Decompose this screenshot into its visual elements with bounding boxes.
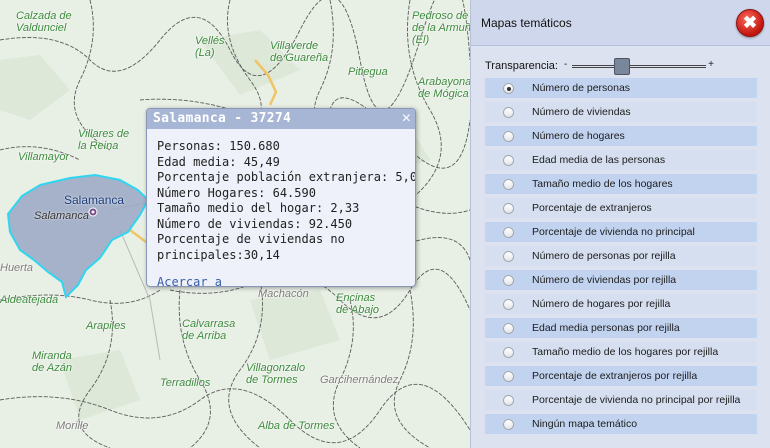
place-label: Morille bbox=[56, 420, 89, 432]
place-label: Huerta bbox=[0, 262, 34, 274]
thematic-option-label: Porcentaje de vivienda no principal bbox=[532, 226, 695, 238]
thematic-option-label: Edad media de las personas bbox=[532, 154, 666, 166]
popup-stat-foreign-pct: Porcentaje población extranjera: 5,00 bbox=[157, 170, 416, 184]
thematic-option[interactable]: Número de hogares por rejilla bbox=[485, 294, 757, 314]
thematic-option-label: Porcentaje de extranjeros bbox=[532, 202, 652, 214]
transparency-slider[interactable]: - + bbox=[564, 56, 714, 76]
zoom-to-link[interactable]: Acercar a bbox=[157, 275, 405, 286]
thematic-option-label: Número de personas por rejilla bbox=[532, 250, 676, 262]
thematic-option-label: Número de personas bbox=[532, 82, 631, 94]
place-label: Villaverde de Guareña bbox=[270, 40, 329, 64]
thematic-option-label: Número de viviendas por rejilla bbox=[532, 274, 677, 286]
radio-button[interactable] bbox=[503, 370, 514, 382]
radio-button[interactable] bbox=[503, 226, 514, 238]
place-label: Miranda de Azán bbox=[32, 350, 72, 374]
place-label: Garcihernández bbox=[320, 374, 399, 386]
selected-city-marker-label[interactable]: Salamanca bbox=[64, 193, 124, 207]
transparency-label: Transparencia: bbox=[485, 60, 558, 72]
thematic-option[interactable]: Edad media de las personas bbox=[485, 150, 757, 170]
thematic-maps-panel: Mapas temáticos ✖ Transparencia: - + Núm… bbox=[470, 0, 770, 448]
radio-button[interactable] bbox=[503, 130, 514, 142]
thematic-option[interactable]: Número de viviendas bbox=[485, 102, 757, 122]
radio-button[interactable] bbox=[503, 418, 514, 430]
thematic-option[interactable]: Porcentaje de vivienda no principal bbox=[485, 222, 757, 242]
thematic-options-list: Número de personas Número de viviendas Núm… bbox=[485, 78, 757, 438]
place-label: Arapiles bbox=[86, 320, 126, 332]
popup-stat-households: Número Hogares: 64.590 bbox=[157, 185, 316, 200]
popup-title: Salamanca - 37274 bbox=[147, 109, 415, 129]
place-label: Alba de Tormes bbox=[258, 420, 335, 432]
thematic-option[interactable]: Número de personas por rejilla bbox=[485, 246, 757, 266]
popup-stat-population: Personas: 150.680 bbox=[157, 139, 280, 153]
radio-button[interactable] bbox=[503, 154, 514, 166]
thematic-option[interactable]: Número de viviendas por rejilla bbox=[485, 270, 757, 290]
place-label: Calzada de Valdunciel bbox=[16, 10, 72, 34]
panel-header: Mapas temáticos ✖ bbox=[471, 0, 770, 46]
place-label: Terradillos bbox=[160, 377, 211, 389]
radio-button[interactable] bbox=[503, 106, 514, 118]
thematic-option[interactable]: Porcentaje de extranjeros por rejilla bbox=[485, 366, 757, 386]
thematic-option-label: Número de viviendas bbox=[532, 106, 631, 118]
radio-button[interactable] bbox=[503, 298, 514, 310]
thematic-option-label: Porcentaje de extranjeros por rejilla bbox=[532, 370, 698, 382]
place-label: Calvarrasa de Arriba bbox=[182, 318, 236, 342]
place-label: Pitiegua bbox=[348, 66, 388, 78]
radio-button[interactable] bbox=[503, 202, 514, 214]
slider-track[interactable] bbox=[572, 65, 706, 68]
radio-button[interactable] bbox=[503, 346, 514, 358]
popup-stat-dwellings: Número de viviendas: 92.450 bbox=[157, 216, 353, 231]
radio-button[interactable] bbox=[503, 82, 514, 94]
popup-stat-nonprimary-pct: Porcentaje de viviendas no principales:3… bbox=[157, 232, 345, 262]
thematic-option[interactable]: Tamaño medio de los hogares por rejilla bbox=[485, 342, 757, 362]
place-label: Villamayor bbox=[18, 151, 70, 163]
info-popup: Salamanca - 37274 × Personas: 150.680 Ed… bbox=[146, 108, 416, 287]
thematic-option-label: Ningún mapa temático bbox=[532, 418, 638, 430]
thematic-option[interactable]: Número de hogares bbox=[485, 126, 757, 146]
place-label: Arabayona de Mógica bbox=[418, 76, 472, 100]
thematic-option-label: Edad media personas por rejilla bbox=[532, 322, 680, 334]
place-label: Aldeatejada bbox=[0, 294, 59, 306]
place-label: Villares de la Reina bbox=[78, 128, 130, 152]
place-label: Vellés (La) bbox=[195, 35, 225, 59]
radio-button[interactable] bbox=[503, 322, 514, 334]
radio-button[interactable] bbox=[503, 250, 514, 262]
thematic-option[interactable]: Número de personas bbox=[485, 78, 757, 98]
selected-city-map-label: Salamanca bbox=[34, 210, 90, 222]
radio-button[interactable] bbox=[503, 274, 514, 286]
slider-minus: - bbox=[564, 59, 568, 70]
radio-button[interactable] bbox=[503, 178, 514, 190]
slider-thumb[interactable] bbox=[614, 58, 631, 75]
panel-title: Mapas temáticos bbox=[481, 16, 572, 30]
thematic-option-label: Porcentaje de vivienda no principal por … bbox=[532, 394, 741, 406]
place-label: Machacón bbox=[258, 288, 309, 300]
place-label: Encinas de Abajo bbox=[336, 292, 380, 316]
thematic-option-label: Tamaño medio de los hogares por rejilla bbox=[532, 346, 719, 358]
popup-close-icon[interactable]: × bbox=[402, 109, 411, 129]
thematic-option-label: Número de hogares bbox=[532, 130, 625, 142]
slider-plus: + bbox=[708, 59, 714, 70]
radio-button[interactable] bbox=[503, 394, 514, 406]
thematic-option[interactable]: Edad media personas por rejilla bbox=[485, 318, 757, 338]
thematic-option[interactable]: Porcentaje de vivienda no principal por … bbox=[485, 390, 757, 410]
panel-close-icon[interactable]: ✖ bbox=[736, 9, 764, 37]
thematic-option[interactable]: Ningún mapa temático bbox=[485, 414, 757, 434]
popup-stat-mean-age: Edad media: 45,49 bbox=[157, 154, 280, 169]
thematic-option[interactable]: Tamaño medio de los hogares bbox=[485, 174, 757, 194]
thematic-option[interactable]: Porcentaje de extranjeros bbox=[485, 198, 757, 218]
popup-stat-household-size: Tamaño medio del hogar: 2,33 bbox=[157, 201, 360, 215]
thematic-option-label: Número de hogares por rejilla bbox=[532, 298, 671, 310]
thematic-option-label: Tamaño medio de los hogares bbox=[532, 178, 673, 190]
place-label: Villagonzalo de Tormes bbox=[246, 362, 306, 386]
